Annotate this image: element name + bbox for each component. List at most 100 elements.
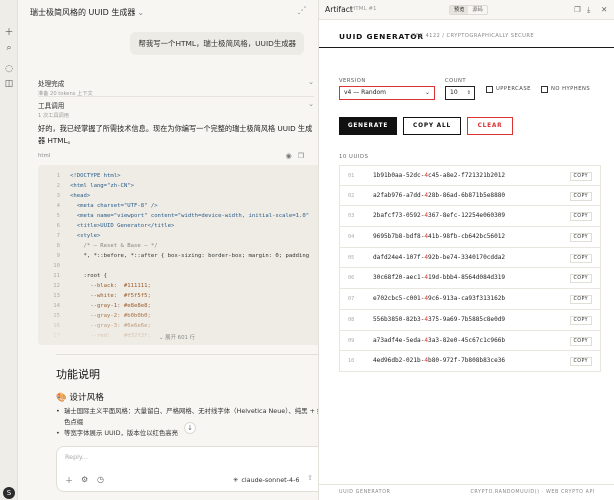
line-number: 3 (56, 193, 60, 199)
line-number: 10 (53, 263, 60, 269)
artifact-version[interactable]: HTML #1 (351, 6, 377, 12)
copy-button[interactable]: COPY (569, 233, 592, 243)
uuid-value[interactable]: 9695b7b8-bdf8-441b-98fb-cb642bc56012 (373, 233, 505, 240)
code-line: 11 :root { (38, 271, 326, 281)
copy-button[interactable]: COPY (569, 315, 592, 325)
no-hyphens-checkbox[interactable] (541, 86, 548, 93)
sparkle-icon: ✳ (233, 476, 239, 484)
section-title: 功能说明 (56, 368, 100, 381)
composer[interactable]: Reply... ＋ ⚙ ◷ ✳ claude-sonnet-4-6 ⇧ (56, 446, 324, 492)
uuid-part: 4ed96db2-021b- (373, 357, 425, 365)
uuid-part: 375-9a69-7b5885c8e0d9 (428, 315, 506, 323)
generator-header: UUID GENERATOR RFC 4122 / CRYPTOGRAPHICA… (319, 20, 614, 48)
uuid-part: dafd24e4-107f- (373, 253, 425, 261)
clear-button[interactable]: CLEAR (467, 117, 513, 135)
count-label: COUNT (445, 78, 467, 84)
uuid-value[interactable]: e702cbc5-c001-49c6-913a-ca93f313162b (373, 295, 505, 302)
generator-subtitle: RFC 4122 / CRYPTOGRAPHICALLY SECURE (412, 33, 535, 39)
uuid-part: 9c6-913a-ca93f313162b (428, 295, 506, 303)
no-hyphens-label: NO HYPHENS (551, 86, 591, 92)
projects-icon[interactable]: ◫ (3, 78, 15, 90)
code-line: 7 <style> (38, 231, 326, 241)
code-text: <head> (70, 193, 91, 199)
new-chat-icon[interactable]: ＋ (3, 27, 15, 39)
app-window: ＋ ⌕ ◌ ◫ S 瑞士极简风格的 UUID 生成器 ⌄ ⋰ 帮我写一个HTML，… (0, 0, 614, 500)
uuid-value[interactable]: a2fab976-a7dd-428b-86ad-6b871b5e8880 (373, 192, 505, 199)
chat-title[interactable]: 瑞士极简风格的 UUID 生成器 ⌄ (30, 7, 144, 18)
uuid-part: 3a3-82e0-45c67c1c966b (428, 336, 506, 344)
line-number: 12 (53, 283, 60, 289)
send-icon[interactable]: ⇧ (303, 474, 317, 486)
uppercase-checkbox[interactable] (486, 86, 493, 93)
eye-icon[interactable]: ◉ (286, 152, 292, 160)
code-line: 2 <html lang="zh-CN"> (38, 181, 326, 191)
copy-button[interactable]: COPY (569, 336, 592, 346)
uuid-row: 02 a2fab976-a7dd-428b-86ad-6b871b5e8880 CO… (339, 185, 601, 207)
share-icon[interactable]: ⋰ (296, 6, 308, 18)
uuid-value[interactable]: 2bafcf73-0592-4367-8efc-12254e060309 (373, 212, 505, 219)
uuid-part: 28b-86ad-6b871b5e8880 (428, 191, 506, 199)
uuid-value[interactable]: 30c68f20-aec1-419d-bbb4-8564d084d319 (373, 274, 505, 281)
close-icon[interactable]: ✕ (601, 5, 607, 14)
copy-all-button[interactable]: COPY ALL (403, 117, 461, 135)
reply-input[interactable]: Reply... (65, 453, 88, 461)
uuid-count-label: 10 UUIDS (339, 154, 369, 160)
copy-icon[interactable]: ❐ (574, 5, 581, 14)
avatar[interactable]: S (3, 487, 15, 499)
code-language-label: html (38, 153, 51, 159)
step-tool-call[interactable]: 工具调用 1 次工具调用 ⌄ (38, 100, 314, 119)
history-icon[interactable]: ◷ (97, 475, 104, 484)
copy-button[interactable]: COPY (569, 172, 592, 181)
uuid-value[interactable]: a73adf4e-5eda-43a3-82e0-45c67c1c966b (373, 337, 505, 344)
uppercase-label: UPPERCASE (496, 86, 531, 92)
copy-button[interactable]: COPY (569, 191, 592, 201)
line-number: 2 (56, 183, 60, 189)
line-number: 8 (56, 243, 60, 249)
code-line: 12 --black: #111111; (38, 281, 326, 291)
plus-icon[interactable]: ＋ (65, 475, 73, 486)
uuid-value[interactable]: 1b91b0aa-52dc-4c45-a8e2-f721321b2012 (373, 172, 505, 179)
step-processing[interactable]: 处理完成 准备 20 tokens 上下文 ⌄ (38, 78, 314, 97)
code-line: 6 <title>UUID Generator</title> (38, 221, 326, 231)
uuid-row: 01 1b91b0aa-52dc-4c45-a8e2-f721321b2012 CO… (339, 165, 601, 186)
copy-button[interactable]: COPY (569, 253, 592, 263)
uuid-index: 07 (348, 296, 355, 303)
uuid-index: 10 (348, 358, 355, 365)
copy-icon[interactable]: ❐ (298, 152, 304, 160)
code-text: *, *::before, *::after { box-sizing: bor… (70, 253, 310, 259)
copy-button[interactable]: COPY (569, 357, 592, 367)
expand-code-button[interactable]: ⌄ 展开 601 行 (18, 333, 336, 341)
uuid-row: 03 2bafcf73-0592-4367-8efc-12254e060309 CO… (339, 206, 601, 228)
model-selector[interactable]: ✳ claude-sonnet-4-6 (233, 476, 299, 484)
search-icon[interactable]: ⌕ (3, 42, 15, 54)
uuid-value[interactable]: dafd24e4-107f-492b-be74-3340170cdda2 (373, 254, 505, 261)
footer-left: UUID GENERATOR (339, 490, 391, 495)
uuid-part: 30c68f20-aec1- (373, 274, 425, 282)
copy-button[interactable]: COPY (569, 212, 592, 222)
uuid-index: 02 (348, 192, 355, 199)
scroll-down-button[interactable]: ↓ (184, 422, 196, 434)
chats-icon[interactable]: ◌ (3, 63, 15, 75)
tab-code[interactable]: 源码 (468, 6, 486, 14)
tools-icon[interactable]: ⚙ (81, 475, 88, 484)
uuid-part: 2bafcf73-0592- (373, 212, 425, 220)
stepper-icon[interactable]: ⇕ (467, 87, 471, 99)
line-number: 5 (56, 213, 60, 219)
uuid-value[interactable]: 4ed96db2-021b-4b80-972f-7b808b83ce36 (373, 357, 505, 364)
download-icon[interactable]: ⤓ (587, 5, 590, 15)
line-number: 11 (53, 273, 60, 279)
copy-button[interactable]: COPY (569, 295, 592, 305)
tab-preview[interactable]: 预览 (450, 6, 469, 14)
generate-button[interactable]: GENERATE (339, 117, 397, 135)
count-input[interactable]: 10 ⇕ (445, 86, 475, 100)
line-number: 1 (56, 173, 60, 179)
uuid-part: 41b-98fb-cb642bc56012 (428, 233, 506, 241)
uuid-value[interactable]: 556b3850-82b3-4375-9a69-7b5885c8e0d9 (373, 316, 505, 323)
code-text: <html lang="zh-CN"> (70, 183, 134, 189)
copy-button[interactable]: COPY (569, 274, 592, 284)
uuid-row: 06 30c68f20-aec1-419d-bbb4-8564d084d319 CO… (339, 268, 601, 290)
uuid-part: 9695b7b8-bdf8- (373, 233, 425, 241)
code-line: 9 *, *::before, *::after { box-sizing: b… (38, 251, 326, 261)
code-tools: ◉ ❐ (280, 152, 304, 160)
version-select[interactable]: v4 — Random ⌄ (339, 86, 435, 100)
